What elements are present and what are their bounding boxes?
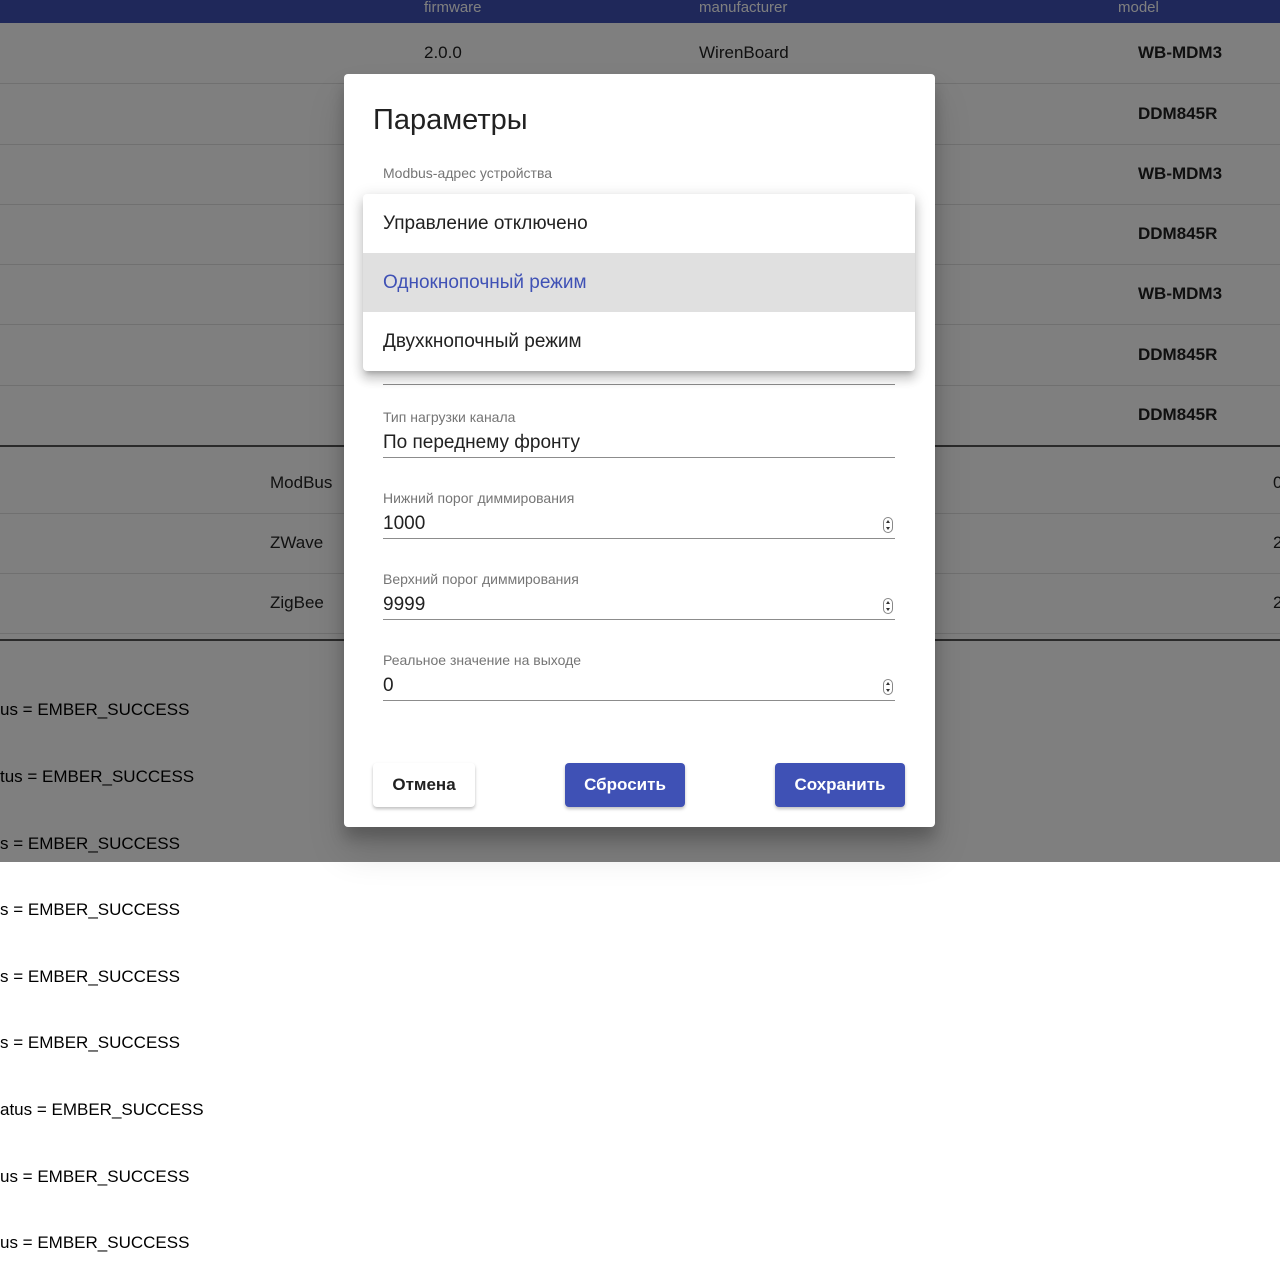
spinner-icon[interactable] — [883, 598, 893, 614]
input-value: 1000 — [383, 513, 426, 534]
log-line: s = EMBER_SUCCESS — [0, 1033, 180, 1053]
log-line: s = EMBER_SUCCESS — [0, 900, 180, 920]
input-value: 9999 — [383, 594, 426, 615]
field-label: Верхний порог диммирования — [383, 571, 579, 587]
upper-threshold-field[interactable]: Верхний порог диммирования 9999 — [383, 571, 895, 620]
modbus-address-field[interactable]: Modbus-адрес устройства — [383, 165, 895, 183]
log-line: atus = EMBER_SUCCESS — [0, 1100, 204, 1120]
real-output-field[interactable]: Реальное значение на выходе 0 — [383, 652, 895, 701]
input-value: 0 — [383, 675, 394, 696]
real-output-input[interactable]: 0 — [383, 670, 895, 701]
spinner-icon[interactable] — [883, 679, 893, 695]
menu-item-two-button[interactable]: Двухкнопочный режим — [363, 312, 915, 371]
log-line: s = EMBER_SUCCESS — [0, 966, 180, 986]
spinner-icon[interactable] — [883, 517, 893, 533]
menu-item-single-button[interactable]: Однокнопочный режим — [363, 253, 915, 312]
field-label: Тип нагрузки канала — [383, 409, 516, 425]
field-label: Нижний порог диммирования — [383, 490, 575, 506]
field-label: Modbus-адрес устройства — [383, 165, 553, 181]
load-type-select[interactable]: По переднему фронту — [383, 427, 895, 458]
lower-threshold-field[interactable]: Нижний порог диммирования 1000 — [383, 490, 895, 539]
upper-threshold-input[interactable]: 9999 — [383, 589, 895, 620]
field-label: Реальное значение на выходе — [383, 652, 582, 668]
dialog-title: Параметры — [373, 104, 528, 136]
parameters-dialog: Параметры Modbus-адрес устройства Тип на… — [344, 74, 935, 827]
save-button[interactable]: Сохранить — [775, 763, 905, 807]
lower-threshold-input[interactable]: 1000 — [383, 508, 895, 539]
reset-button[interactable]: Сбросить — [565, 763, 685, 807]
load-type-field[interactable]: Тип нагрузки канала По переднему фронту — [383, 409, 895, 458]
log-line: us = EMBER_SUCCESS — [0, 1233, 190, 1253]
cancel-button[interactable]: Отмена — [373, 763, 475, 807]
log-line: us = EMBER_SUCCESS — [0, 1166, 190, 1186]
mode-dropdown-menu: Управление отключено Однокнопочный режим… — [363, 194, 915, 371]
menu-item-control-disabled[interactable]: Управление отключено — [363, 194, 915, 253]
